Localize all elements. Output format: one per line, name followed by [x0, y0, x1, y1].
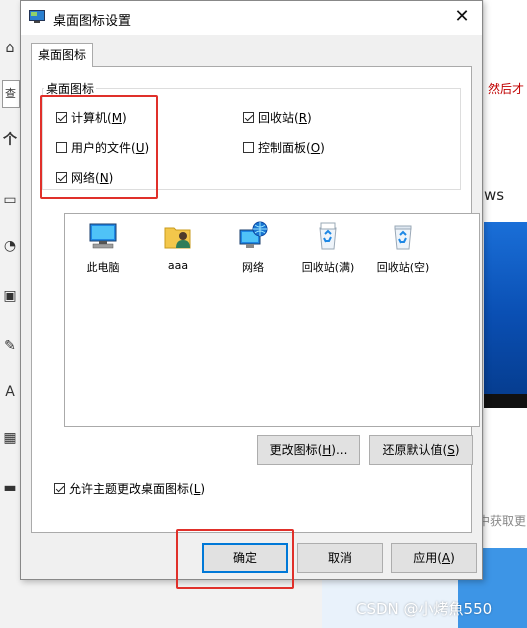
taskbar-icon[interactable]: ▬ — [2, 480, 18, 496]
network-icon — [239, 221, 268, 248]
recycle-bin-empty-icon — [394, 225, 412, 250]
checkbox-box[interactable] — [243, 112, 254, 123]
apps-icon[interactable]: ▦ — [2, 430, 18, 446]
computer-icon — [89, 223, 117, 249]
desktop-icon-settings-dialog: 桌面图标设置 ✕ 桌面图标 桌面图标 计算机(M) 回收站(R) 用户的文件(U… — [20, 0, 483, 589]
background-sidebar: ⌂ 查 个 ▭ ◔ ▣ ✎ A ▦ ▬ — [0, 0, 20, 628]
recycle-bin-full-icon — [319, 222, 337, 250]
list-item[interactable]: 此电脑 — [73, 220, 133, 275]
highlight-box-checkboxes — [40, 95, 158, 199]
close-icon: ✕ — [454, 6, 470, 27]
checkbox-box[interactable] — [243, 142, 254, 153]
user-folder-icon — [164, 227, 191, 249]
title-bar[interactable]: 桌面图标设置 ✕ — [21, 1, 482, 35]
checkbox-control-panel[interactable]: 控制面板(O) — [243, 139, 325, 156]
palette-icon[interactable]: ◔ — [2, 238, 18, 254]
background-red-text: 然后才 — [488, 82, 525, 96]
desktop-settings-icon — [29, 10, 45, 23]
home-icon[interactable]: ⌂ — [2, 40, 18, 56]
background-gray-text[interactable]: 中获取更 — [478, 512, 526, 529]
icon-list[interactable]: 此电脑 aaa 网络 回收站(满) 回收站(空) — [64, 213, 480, 427]
monitor-icon[interactable]: ▣ — [2, 288, 18, 304]
picture-icon[interactable]: ▭ — [2, 192, 18, 208]
background-heading: ws — [484, 186, 505, 204]
list-item[interactable]: 回收站(满) — [298, 220, 358, 275]
checkbox-recycle-bin[interactable]: 回收站(R) — [243, 109, 312, 126]
search-input[interactable]: 查 — [2, 80, 20, 108]
preview-taskbar — [484, 394, 527, 408]
list-item[interactable]: aaa — [148, 220, 208, 272]
font-icon[interactable]: A — [2, 384, 18, 400]
desktop-preview — [484, 222, 527, 408]
watermark: CSDN @小烤魚550 — [356, 600, 493, 618]
restore-default-button[interactable]: 还原默认值(S) — [369, 435, 473, 465]
apply-button[interactable]: 应用(A) — [391, 543, 477, 573]
checkbox-box[interactable] — [54, 483, 65, 494]
list-item[interactable]: 回收站(空) — [373, 220, 433, 275]
tab-desktop-icons[interactable]: 桌面图标 — [31, 43, 94, 67]
personalization-header-icon: 个 — [3, 132, 17, 148]
change-icon-button[interactable]: 更改图标(H)... — [257, 435, 360, 465]
close-button[interactable]: ✕ — [442, 1, 482, 33]
dialog-title: 桌面图标设置 — [53, 14, 132, 29]
ok-button[interactable]: 确定 — [202, 543, 288, 573]
list-item[interactable]: 网络 — [223, 220, 283, 275]
pen-icon[interactable]: ✎ — [2, 338, 18, 354]
cancel-button[interactable]: 取消 — [297, 543, 383, 573]
checkbox-allow-themes[interactable]: 允许主题更改桌面图标(L) — [54, 480, 205, 497]
